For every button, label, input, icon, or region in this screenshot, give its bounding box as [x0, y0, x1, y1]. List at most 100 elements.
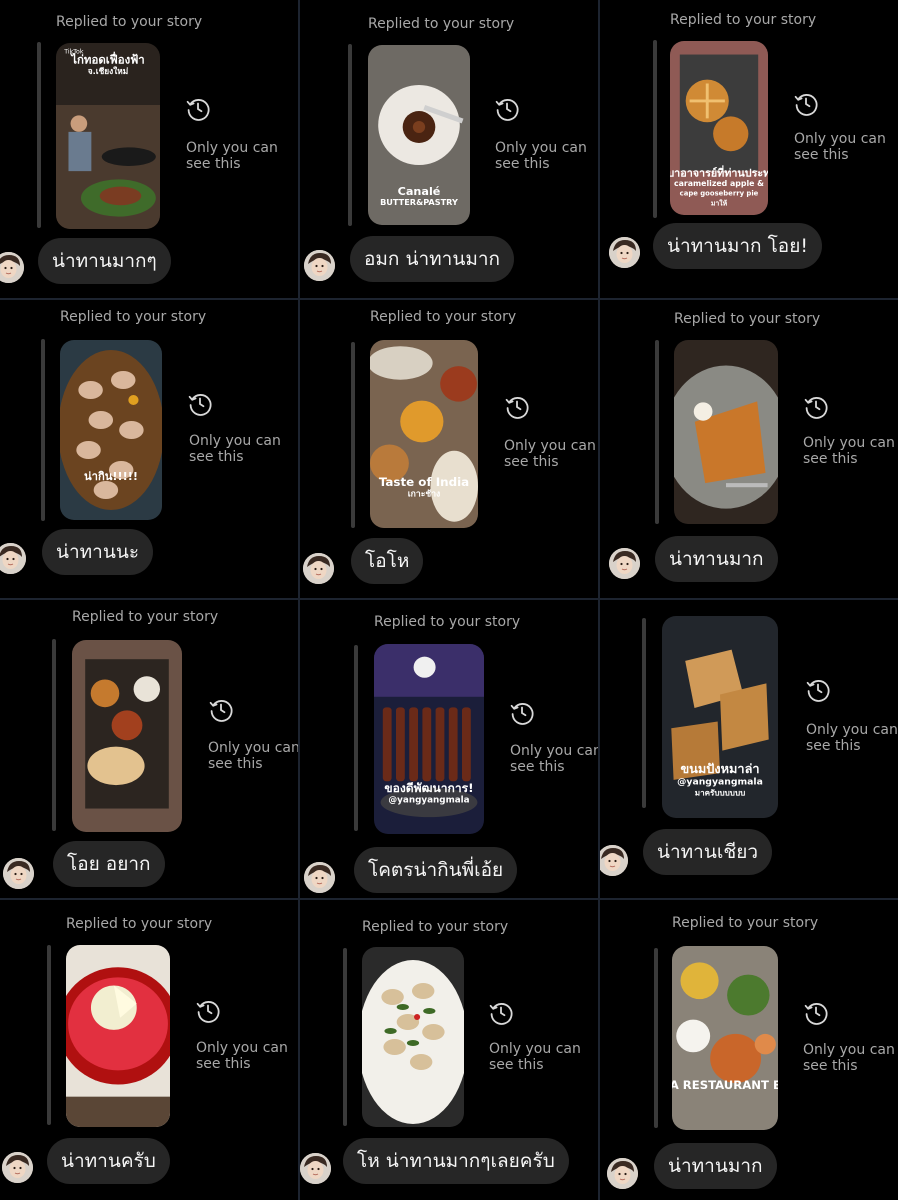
replied-label: Replied to your story: [362, 919, 509, 935]
reply-quote-bar: [642, 618, 646, 808]
thumbnail-caption: HIMALAYA RESTAURANT BANGKOK: [672, 1078, 778, 1092]
message-bubble[interactable]: โคตรน่ากินพี่เอ้ย: [354, 847, 518, 893]
clock-history-icon: [494, 96, 520, 122]
user-avatar[interactable]: [600, 845, 628, 876]
user-avatar[interactable]: [300, 1153, 331, 1184]
thumbnail-caption: Taste of India: [379, 475, 469, 489]
thumbnail-caption: น่ากิน!!!!!: [84, 470, 138, 483]
reply-quote-bar: [655, 340, 659, 524]
message-bubble[interactable]: โห น่าทานมากๆเลยครับ: [343, 1138, 569, 1184]
thumbnail-caption: เกาะช้าง: [408, 489, 441, 500]
only-you-note: Only you can see this: [510, 743, 598, 775]
reply-quote-bar: [348, 44, 352, 226]
user-avatar[interactable]: [609, 237, 640, 268]
thumbnail-caption: ขนมปังหมาล่า: [680, 761, 759, 776]
only-you-note: Only you can see this: [495, 140, 587, 172]
story-thumbnail[interactable]: ครูบาอาจารย์ที่ท่านประทานcaramelized app…: [670, 41, 768, 215]
clock-history-icon: [195, 998, 221, 1024]
reply-quote-bar: [52, 639, 56, 831]
thumbnail-caption: ครูบาอาจารย์ที่ท่านประทาน: [670, 164, 768, 180]
story-reply-card: Replied to your story น่ากิน!!!!! Only you…: [0, 300, 298, 598]
reply-quote-bar: [47, 945, 51, 1125]
story-thumbnail[interactable]: Canalé BUTTER&PASTRY: [368, 45, 470, 225]
replied-label: Replied to your story: [56, 14, 203, 30]
story-thumbnail[interactable]: HIMALAYA RESTAURANT BANGKOK: [672, 946, 778, 1130]
user-avatar[interactable]: [304, 862, 335, 893]
reply-quote-bar: [351, 342, 355, 528]
clock-history-icon: [803, 1000, 829, 1026]
reply-quote-bar: [37, 42, 41, 228]
thumbnail-caption: caramelized apple &: [674, 179, 764, 188]
clock-history-icon: [805, 677, 831, 703]
user-avatar[interactable]: [609, 548, 640, 579]
reply-quote-bar: [354, 645, 358, 831]
story-thumbnail[interactable]: น่ากิน!!!!!: [60, 340, 162, 520]
grid-divider: [0, 598, 898, 600]
user-avatar[interactable]: [607, 1158, 638, 1189]
thumbnail-caption: @yangyangmala: [677, 777, 763, 787]
clock-history-icon: [803, 394, 829, 420]
replied-label: Replied to your story: [72, 609, 219, 625]
grid-divider: [0, 898, 898, 900]
thumbnail-caption: BUTTER&PASTRY: [380, 197, 458, 207]
story-reply-card: Replied to your story HIMALAYA RESTAURANT…: [600, 900, 898, 1200]
user-avatar[interactable]: [0, 252, 24, 283]
replied-label: Replied to your story: [60, 309, 207, 325]
story-thumbnail[interactable]: [66, 945, 170, 1127]
thumbnail-caption: ของดีพัฒนาการ!: [384, 781, 473, 795]
user-avatar[interactable]: [2, 1152, 33, 1183]
replied-label: Replied to your story: [674, 311, 821, 327]
message-bubble[interactable]: โอโห: [351, 538, 424, 584]
story-thumbnail[interactable]: ขนมปังหมาล่า @yangyangmala มาครับบบบบบ: [662, 616, 778, 818]
thumbnail-caption: cape gooseberry pie: [680, 190, 759, 198]
message-bubble[interactable]: อมก น่าทานมาก: [350, 236, 515, 282]
story-thumbnail[interactable]: ไก่ทอดเฟื่องฟ้า จ.เชียงใหม่ TikTok: [56, 43, 160, 229]
story-thumbnail[interactable]: Taste of India เกาะช้าง: [370, 340, 478, 528]
only-you-note: Only you can see this: [794, 131, 886, 163]
grid-divider: [598, 0, 600, 1200]
message-bubble[interactable]: น่าทานมาก: [654, 1143, 777, 1189]
story-reply-card: Replied to your story Only you can see th…: [300, 900, 598, 1200]
replied-label: Replied to your story: [66, 916, 213, 932]
story-reply-card: Replied to your story ไก่ทอดเฟื่องฟ้า จ.เช…: [0, 0, 298, 298]
story-thumbnail[interactable]: [362, 947, 464, 1127]
story-replies-grid: Replied to your story ไก่ทอดเฟื่องฟ้า จ.เช…: [0, 0, 898, 1200]
clock-history-icon: [504, 394, 530, 420]
replied-label: Replied to your story: [368, 16, 515, 32]
user-avatar[interactable]: [0, 543, 26, 574]
message-bubble[interactable]: น่าทานนะ: [42, 529, 154, 575]
message-bubble[interactable]: น่าทานมาก: [655, 536, 778, 582]
clock-history-icon: [208, 697, 234, 723]
thumbnail-source-label: TikTok: [63, 48, 84, 55]
message-bubble[interactable]: น่าทานเชียว: [643, 829, 773, 875]
message-bubble[interactable]: โอย อยาก: [53, 841, 165, 887]
clock-history-icon: [793, 91, 819, 117]
story-thumbnail[interactable]: [674, 340, 778, 524]
user-avatar[interactable]: [303, 553, 334, 584]
reply-quote-bar: [343, 948, 347, 1126]
only-you-note: Only you can see this: [806, 722, 898, 754]
user-avatar[interactable]: [304, 250, 335, 281]
story-reply-card: Replied to your story Canalé BUTTER&PASTRY…: [300, 0, 598, 298]
thumbnail-caption: @yangyangmala: [388, 795, 469, 805]
reply-quote-bar: [653, 40, 657, 218]
replied-label: Replied to your story: [670, 12, 817, 28]
only-you-note: Only you can see this: [186, 140, 278, 172]
clock-history-icon: [488, 1000, 514, 1026]
replied-label: Replied to your story: [370, 309, 517, 325]
only-you-note: Only you can see this: [489, 1041, 581, 1073]
story-thumbnail[interactable]: [72, 640, 182, 832]
reply-quote-bar: [41, 339, 45, 521]
story-thumbnail[interactable]: ของดีพัฒนาการ! @yangyangmala: [374, 644, 484, 834]
only-you-note: Only you can see this: [189, 433, 281, 465]
message-bubble[interactable]: น่าทานมาก โอย!: [653, 223, 822, 269]
reply-quote-bar: [654, 948, 658, 1128]
message-bubble[interactable]: น่าทานมากๆ: [38, 238, 171, 284]
grid-divider: [0, 298, 898, 300]
message-bubble[interactable]: น่าทานครับ: [47, 1138, 170, 1184]
only-you-note: Only you can see this: [208, 740, 298, 772]
story-reply-card: Replied to your story Only you can see th…: [600, 300, 898, 598]
story-reply-card: ขนมปังหมาล่า @yangyangmala มาครับบบบบบ Only…: [600, 600, 898, 898]
only-you-note: Only you can see this: [504, 438, 596, 470]
user-avatar[interactable]: [3, 858, 34, 889]
